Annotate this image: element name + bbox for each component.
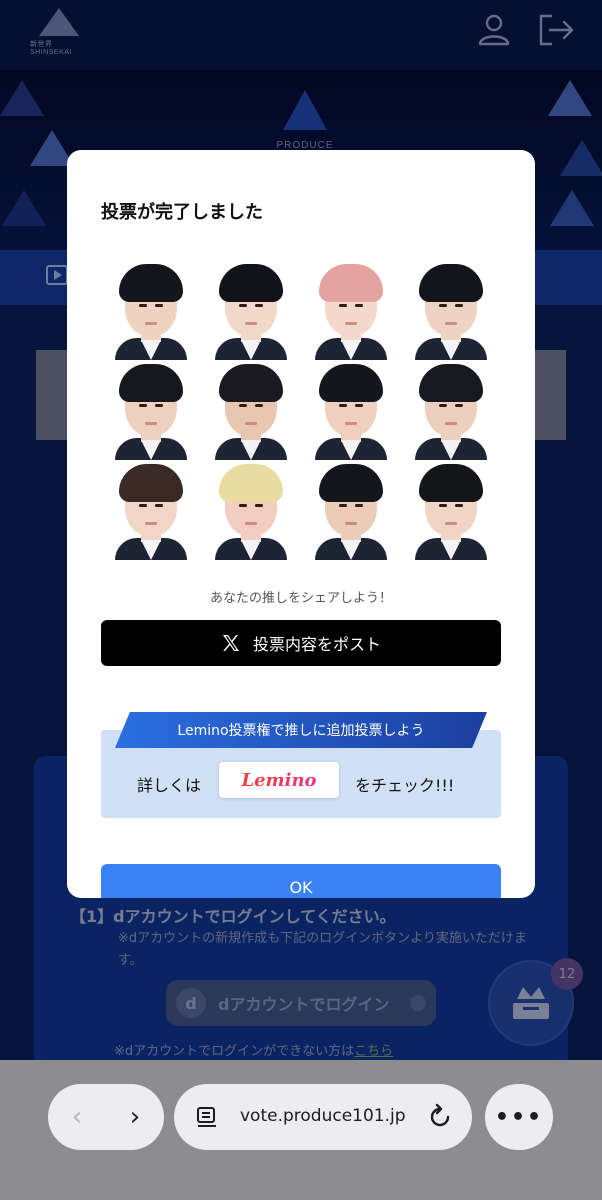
more-options-button[interactable]: ••• <box>485 1084 553 1150</box>
trainee-mouth <box>145 322 157 325</box>
trainee-hair <box>319 364 383 402</box>
trainee-photo <box>201 460 301 560</box>
trainee-photo <box>201 360 301 460</box>
trainee-eye <box>439 304 447 307</box>
lemino-logo-text: Lemino <box>241 769 317 791</box>
trainee-hair <box>219 264 283 302</box>
trainee-photo <box>401 260 501 360</box>
trainee-eye <box>339 504 347 507</box>
trainee-mouth <box>145 522 157 525</box>
trainee-mouth <box>445 322 457 325</box>
trainee-mouth <box>345 422 357 425</box>
trainee-mouth <box>445 522 457 525</box>
trainee-eye <box>355 404 363 407</box>
history-nav-pill: ‹ › <box>48 1084 164 1150</box>
trainee-mouth <box>145 422 157 425</box>
lemino-suffix: をチェック!!! <box>355 776 455 795</box>
trainee-eye <box>439 504 447 507</box>
trainee-eye <box>255 404 263 407</box>
trainee-eye <box>439 404 447 407</box>
trainee-eye <box>139 304 147 307</box>
trainee-hair <box>119 364 183 402</box>
trainee-photo <box>301 360 401 460</box>
trainee-eye <box>239 304 247 307</box>
vote-complete-modal: 投票が完了しました あなたの推しをシェアしよう！ 投票内容をポスト Lemino… <box>67 150 535 898</box>
trainee-eye <box>155 504 163 507</box>
x-logo-icon <box>222 635 239 651</box>
lemino-ribbon: Lemino投票権で推しに追加投票しよう <box>115 712 487 748</box>
trainee-eye <box>455 504 463 507</box>
trainee-photo <box>201 260 301 360</box>
reload-icon[interactable] <box>426 1103 454 1131</box>
trainee-mouth <box>345 522 357 525</box>
trainee-eye <box>139 504 147 507</box>
lemino-prefix: 詳しくは <box>137 776 202 795</box>
trainee-eye <box>455 404 463 407</box>
trainee-hair <box>419 264 483 302</box>
trainee-mouth <box>245 322 257 325</box>
ok-button[interactable]: OK <box>101 864 501 898</box>
trainee-eye <box>339 304 347 307</box>
trainee-mouth <box>245 422 257 425</box>
address-bar[interactable]: vote.produce101.jp <box>174 1084 472 1150</box>
trainee-eye <box>255 304 263 307</box>
back-button[interactable]: ‹ <box>48 1084 106 1150</box>
reader-mode-icon[interactable] <box>196 1106 218 1128</box>
trainee-eye <box>355 304 363 307</box>
trainee-photo <box>401 460 501 560</box>
trainee-hair <box>119 464 183 502</box>
trainee-eye <box>239 404 247 407</box>
trainee-hair <box>319 264 383 302</box>
modal-title: 投票が完了しました <box>101 202 263 223</box>
trainee-eye <box>355 504 363 507</box>
trainee-photo-grid <box>101 260 501 560</box>
trainee-photo <box>101 260 201 360</box>
trainee-hair <box>419 464 483 502</box>
trainee-photo <box>301 260 401 360</box>
trainee-mouth <box>245 522 257 525</box>
trainee-eye <box>239 504 247 507</box>
post-to-x-button[interactable]: 投票内容をポスト <box>101 620 501 666</box>
trainee-photo <box>301 460 401 560</box>
trainee-photo <box>101 460 201 560</box>
share-caption: あなたの推しをシェアしよう！ <box>209 591 392 606</box>
trainee-mouth <box>345 322 357 325</box>
lemino-logo-button[interactable]: Lemino <box>219 762 339 798</box>
trainee-hair <box>219 464 283 502</box>
trainee-eye <box>139 404 147 407</box>
trainee-photo <box>401 360 501 460</box>
trainee-eye <box>155 304 163 307</box>
trainee-hair <box>219 364 283 402</box>
trainee-hair <box>319 464 383 502</box>
url-text: vote.produce101.jp <box>240 1106 406 1126</box>
trainee-mouth <box>445 422 457 425</box>
trainee-photo <box>101 360 201 460</box>
trainee-hair <box>119 264 183 302</box>
forward-button[interactable]: › <box>106 1084 164 1150</box>
trainee-eye <box>255 504 263 507</box>
trainee-hair <box>419 364 483 402</box>
post-button-label: 投票内容をポスト <box>252 635 381 654</box>
trainee-eye <box>339 404 347 407</box>
trainee-eye <box>455 304 463 307</box>
trainee-eye <box>155 404 163 407</box>
